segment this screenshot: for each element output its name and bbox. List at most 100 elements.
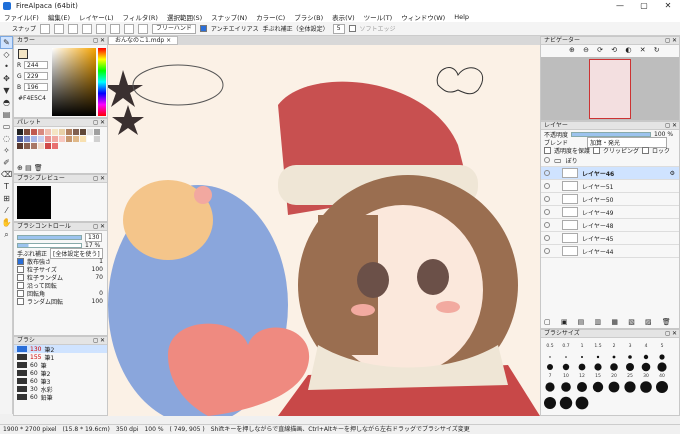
foreground-color-swatch[interactable] [18, 49, 28, 59]
eye-icon[interactable] [544, 157, 550, 163]
app-icon [3, 2, 11, 10]
brush-item[interactable]: 130 筆2 [14, 345, 107, 354]
lasso-tool-icon[interactable]: ◌ [1, 133, 12, 144]
eye-icon[interactable] [544, 196, 550, 202]
param-value[interactable]: 100 [92, 298, 103, 305]
lock-checkbox[interactable] [642, 146, 650, 154]
select-eraser-icon[interactable]: ⌫ [1, 169, 12, 180]
b-input[interactable]: 196 [24, 83, 48, 91]
brush-size-grid[interactable]: 0.5 0.7 1 1.5 2 3 4 5 7 10 12 15 20 25 3… [541, 339, 679, 415]
eye-icon[interactable] [544, 235, 550, 241]
maximize-button[interactable]: ▢ [632, 0, 656, 12]
snap-off-button[interactable] [40, 23, 51, 34]
snap-curve-button[interactable] [110, 23, 121, 34]
minimize-button[interactable]: — [608, 0, 632, 12]
close-icon[interactable]: × [166, 37, 171, 44]
dot-tool-icon[interactable]: • [1, 61, 12, 72]
protect-alpha-checkbox[interactable] [544, 146, 551, 154]
brush-item[interactable]: 30 水彩 [14, 385, 107, 394]
eraser-tool-icon[interactable]: ◇ [1, 49, 12, 60]
layer-row[interactable]: レイヤー48 [541, 219, 679, 232]
magic-wand-tool-icon[interactable]: ✧ [1, 145, 12, 156]
layer-row[interactable]: レイヤー51 [541, 180, 679, 193]
hand-tool-icon[interactable]: ✋ [1, 217, 12, 228]
menu-edit[interactable]: 編集(E) [48, 12, 70, 22]
brush-preview-header: ブラシプレビュー ◻ ✕ [14, 175, 107, 183]
document-tab[interactable]: おんなのこ1.mdp × [108, 36, 179, 45]
select-pen-icon[interactable]: ✐ [1, 157, 12, 168]
menu-brush[interactable]: ブラシ(B) [294, 12, 323, 22]
snap-radial-button[interactable] [82, 23, 93, 34]
eye-icon[interactable] [544, 209, 550, 215]
brush-stabilizer-select[interactable]: [全体設定を使う] [50, 247, 103, 259]
brush-item[interactable]: 60 鉛筆 [14, 393, 107, 402]
eye-icon[interactable] [544, 183, 550, 189]
brush-item[interactable]: 60 筆3 [14, 377, 107, 386]
gradient-tool-icon[interactable]: ▤ [1, 109, 12, 120]
select-tool-icon[interactable]: ▭ [1, 121, 12, 132]
palette-add-icon[interactable]: ⊕ ▤ 🗑 [17, 164, 43, 172]
brush-item[interactable]: 60 筆 [14, 361, 107, 370]
navigator-thumbnail[interactable] [589, 59, 631, 119]
eye-icon[interactable] [544, 222, 550, 228]
layer-row[interactable]: レイヤー44 [541, 245, 679, 258]
bucket-tool-icon[interactable]: ◓ [1, 97, 12, 108]
r-input[interactable]: 244 [24, 61, 48, 69]
snap-perspective-button[interactable] [124, 23, 135, 34]
zoom-tool-icon[interactable]: ⌕ [1, 229, 12, 240]
menu-filter[interactable]: フィルタ(R) [123, 12, 158, 22]
palette-swatches[interactable] [14, 127, 107, 152]
menu-tool[interactable]: ツール(T) [364, 12, 393, 22]
close-button[interactable]: ✕ [656, 0, 680, 12]
param-value[interactable]: 70 [95, 274, 103, 281]
layer-header: レイヤー ◻ ✕ [541, 122, 679, 130]
layer-row[interactable]: レイヤー49 [541, 206, 679, 219]
menu-select[interactable]: 選択範囲(S) [167, 12, 202, 22]
layer-row[interactable]: レイヤー45 [541, 232, 679, 245]
menu-snap[interactable]: スナップ(N) [211, 12, 247, 22]
menu-help[interactable]: Help [454, 13, 469, 21]
navigator-controls[interactable]: ⊕ ⊖ ⟳ ⟲ ◐ ✕ ↻ [569, 46, 663, 54]
softedge-checkbox[interactable] [348, 25, 356, 32]
text-tool-icon[interactable]: T [1, 181, 12, 192]
menu-color[interactable]: カラー(C) [256, 12, 285, 22]
brush-size-input[interactable]: 130 [85, 232, 103, 242]
layer-row[interactable]: レイヤー50 [541, 193, 679, 206]
layer-actions-icons[interactable]: ▢ ▣ ▤ ▥ ▦ ▧ ▨ 🗑 [544, 318, 675, 326]
move-tool-icon[interactable]: ✥ [1, 73, 12, 84]
layer-folder[interactable]: ▭ ぼり [541, 154, 679, 167]
menu-view[interactable]: 表示(V) [332, 12, 355, 22]
layer-row[interactable]: レイヤー46 ⚙ [541, 167, 679, 180]
menu-window[interactable]: ウィンドウ(W) [401, 12, 445, 22]
antialias-checkbox[interactable] [199, 25, 207, 32]
param-value[interactable]: 0 [99, 290, 103, 297]
fill-tool-icon[interactable]: ▼ [1, 85, 12, 96]
eye-icon[interactable] [544, 170, 550, 176]
g-label: G [17, 73, 22, 80]
eye-icon[interactable] [544, 248, 550, 254]
menu-layer[interactable]: レイヤー(L) [79, 12, 114, 22]
frame-tool-icon[interactable]: ⊞ [1, 193, 12, 204]
hue-slider[interactable] [98, 48, 106, 116]
stabilizer-select[interactable]: 5 [332, 23, 345, 34]
navigator-panel: ナビゲーター ◻ ✕ ⊕ ⊖ ⟳ ⟲ ◐ ✕ ↻ [540, 36, 680, 121]
eyedropper-tool-icon[interactable]: ⁄ [1, 205, 12, 216]
param-value[interactable]: 1 [99, 258, 103, 265]
clipping-checkbox[interactable] [593, 146, 601, 154]
menu-file[interactable]: ファイル(F) [4, 12, 39, 22]
snap-circle-button[interactable] [96, 23, 107, 34]
snap-settings-button[interactable] [138, 23, 149, 34]
brush-tool-icon[interactable]: ✎ [0, 36, 13, 49]
artwork-canvas[interactable] [108, 45, 540, 416]
saturation-value-picker[interactable] [52, 48, 96, 116]
brush-item[interactable]: 60 筆2 [14, 369, 107, 378]
g-input[interactable]: 229 [24, 72, 48, 80]
snap-cross-button[interactable] [68, 23, 79, 34]
snap-parallel-button[interactable] [54, 23, 65, 34]
gear-icon[interactable]: ⚙ [670, 170, 675, 177]
brush-mode-select[interactable]: フリーハンド [152, 23, 196, 34]
brush-size-slider[interactable] [17, 234, 82, 240]
antialias-label: アンチエイリアス [210, 26, 259, 33]
param-value[interactable]: 100 [92, 266, 103, 273]
brush-item[interactable]: 155 筆1 [14, 353, 107, 362]
